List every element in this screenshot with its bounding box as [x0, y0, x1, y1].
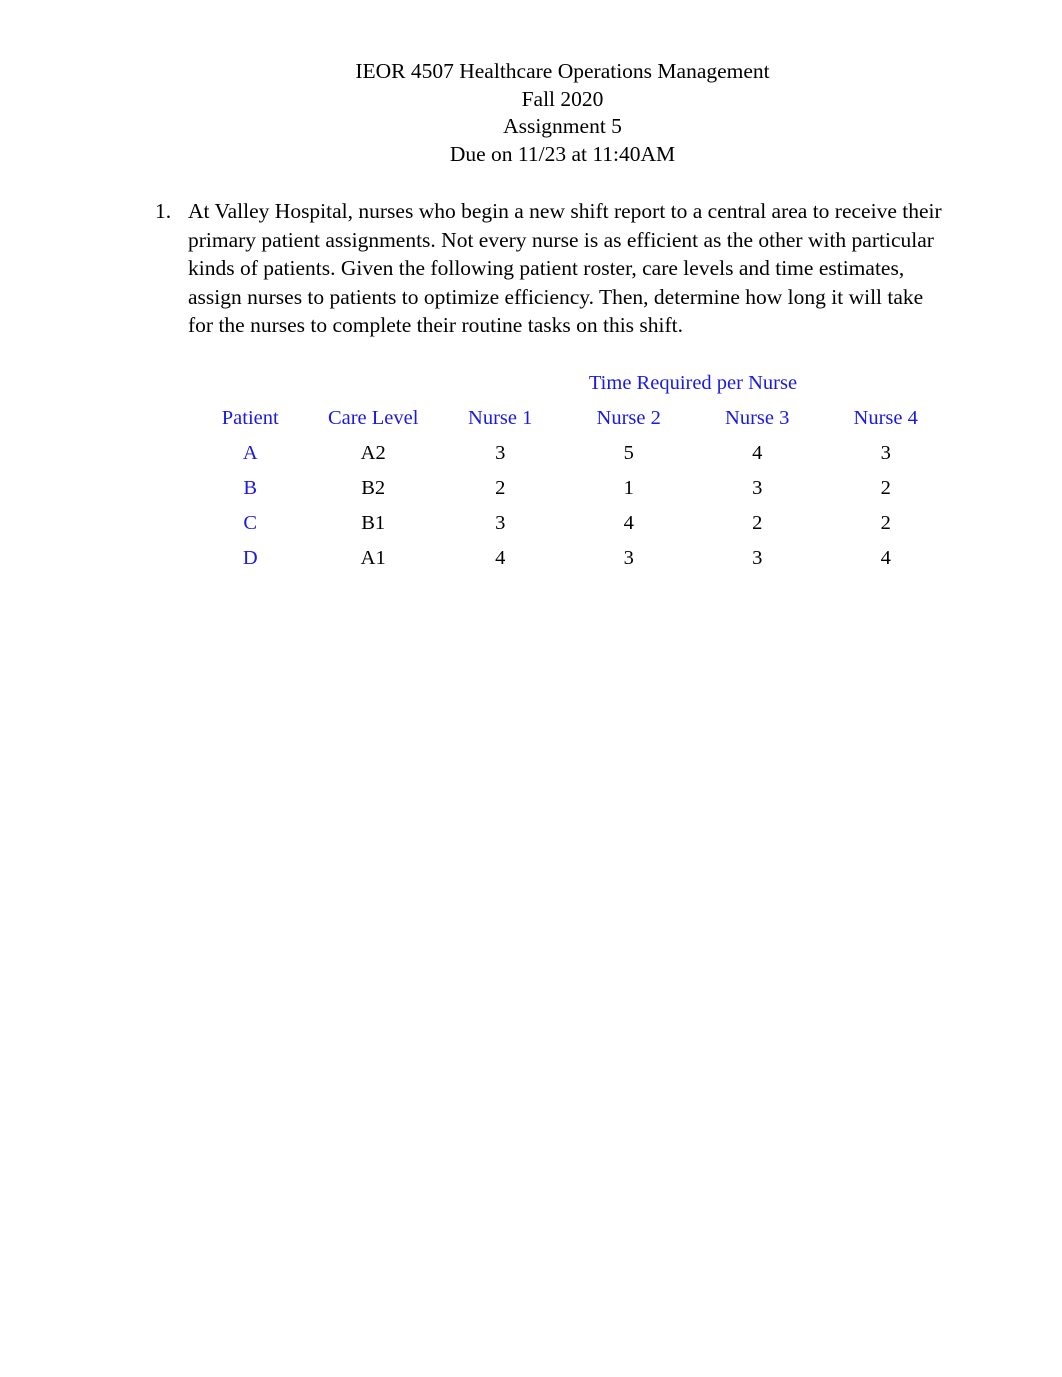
cell-care-level: B1 — [361, 512, 386, 534]
cell-patient: D — [242, 547, 258, 569]
column-header-patient: Patient — [221, 407, 279, 429]
cell-nurse-4: 2 — [880, 512, 891, 534]
table-header-row: Patient Care Level Nurse 1 Nurse 2 Nurse… — [190, 401, 950, 436]
cell-nurse-1: 3 — [495, 442, 506, 464]
cell-patient: A — [242, 442, 258, 464]
cell-patient: B — [243, 477, 258, 499]
cell-patient: C — [243, 512, 258, 534]
cell-nurse-1: 3 — [495, 512, 506, 534]
roster-table: Time Required per Nurse Patient Care Lev… — [190, 366, 950, 576]
table-row: D A1 4 3 3 4 — [190, 541, 950, 576]
cell-nurse-2: 4 — [623, 512, 634, 534]
column-header-nurse-1: Nurse 1 — [468, 407, 533, 429]
document-page: IEOR 4507 Healthcare Operations Manageme… — [0, 0, 1062, 1377]
cell-nurse-4: 3 — [880, 442, 891, 464]
cell-nurse-2: 3 — [623, 547, 634, 569]
column-header-care-level: Care Level — [327, 407, 419, 429]
cell-care-level: A2 — [360, 442, 386, 464]
cell-care-level: B2 — [361, 477, 386, 499]
column-header-nurse-2: Nurse 2 — [596, 407, 661, 429]
header-line-assignment: Assignment 5 — [503, 114, 622, 138]
cell-nurse-1: 2 — [495, 477, 506, 499]
header-line-course: IEOR 4507 Healthcare Operations Manageme… — [355, 59, 770, 83]
question-text: At Valley Hospital, nurses who begin a n… — [188, 199, 942, 338]
cell-nurse-2: 5 — [623, 442, 634, 464]
column-header-nurse-4: Nurse 4 — [853, 407, 918, 429]
table-row: A A2 3 5 4 3 — [190, 436, 950, 471]
group-header-blank-patient — [190, 366, 310, 401]
table-row: C B1 3 4 2 2 — [190, 506, 950, 541]
group-header-time-required: Time Required per Nurse — [588, 372, 798, 394]
question-list: 1. At Valley Hospital, nurses who begin … — [155, 197, 945, 340]
header-line-due: Due on 11/23 at 11:40AM — [449, 141, 676, 166]
cell-nurse-3: 4 — [752, 442, 763, 464]
cell-care-level: A1 — [360, 547, 386, 569]
cell-nurse-3: 2 — [752, 512, 763, 534]
group-header-blank-care — [310, 366, 435, 401]
cell-nurse-1: 4 — [495, 547, 506, 569]
cell-nurse-3: 3 — [752, 547, 763, 569]
header-line-term: Fall 2020 — [521, 86, 604, 111]
cell-nurse-3: 3 — [752, 477, 763, 499]
cell-nurse-2: 1 — [623, 477, 634, 499]
cell-nurse-4: 2 — [880, 477, 891, 499]
roster-table-wrap: Time Required per Nurse Patient Care Lev… — [190, 366, 950, 576]
table-group-header-row: Time Required per Nurse — [190, 366, 950, 401]
question-number: 1. — [155, 199, 172, 223]
column-header-nurse-3: Nurse 3 — [725, 407, 790, 429]
question-item-1: 1. At Valley Hospital, nurses who begin … — [155, 197, 945, 340]
document-header: IEOR 4507 Healthcare Operations Manageme… — [0, 58, 1062, 168]
cell-nurse-4: 4 — [880, 547, 891, 569]
table-row: B B2 2 1 3 2 — [190, 471, 950, 506]
